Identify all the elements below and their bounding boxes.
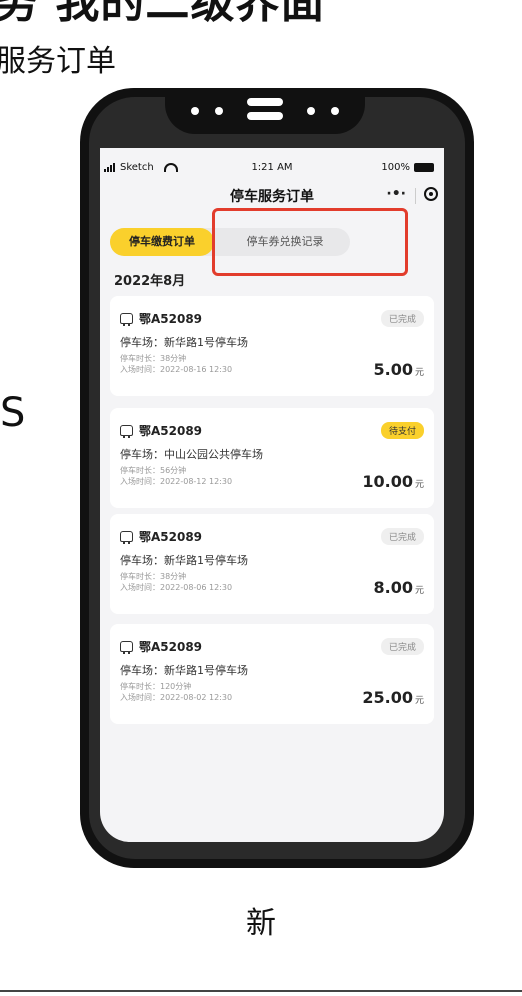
plate-number: 鄂A52089 bbox=[139, 312, 203, 326]
order-amount: 8.00 bbox=[373, 578, 413, 597]
entry-time: 入场时间：2022-08-12 12:30 bbox=[120, 477, 233, 486]
speaker-grill bbox=[247, 98, 283, 106]
parking-duration: 停车时长：120分钟 bbox=[120, 682, 192, 691]
entry-time: 入场时间：2022-08-06 12:30 bbox=[120, 583, 233, 592]
status-badge: 待支付 bbox=[380, 422, 424, 439]
status-badge: 已完成 bbox=[380, 528, 424, 545]
notch-dot bbox=[215, 107, 223, 115]
car-icon bbox=[120, 313, 133, 326]
more-icon[interactable]: ·•· bbox=[386, 186, 406, 202]
order-amount: 25.00 bbox=[362, 688, 413, 707]
speaker-grill bbox=[247, 112, 283, 120]
entry-time: 入场时间：2022-08-16 12:30 bbox=[120, 365, 233, 374]
plate-number: 鄂A52089 bbox=[139, 424, 203, 438]
order-card[interactable]: 鄂A52089 已完成 停车场：新华路1号停车场 停车时长：38分钟入场时间：2… bbox=[110, 514, 434, 614]
phone-screen: Sketch 1:21 AM 100% 停车服务订单 ·•· 停车缴费订单 停车… bbox=[100, 148, 444, 842]
battery-label: 100% bbox=[381, 162, 410, 173]
slide-side-letter: S bbox=[0, 390, 26, 436]
bottom-divider bbox=[0, 990, 522, 992]
currency-unit: 元 bbox=[414, 368, 424, 378]
plate-number: 鄂A52089 bbox=[139, 640, 203, 654]
order-card[interactable]: 鄂A52089 已完成 停车场：新华路1号停车场 停车时长：38分钟入场时间：2… bbox=[110, 296, 434, 396]
order-tabs: 停车缴费订单 停车券兑换记录 bbox=[110, 228, 350, 256]
car-icon bbox=[120, 425, 133, 438]
parking-lot: 停车场：中山公园公共停车场 bbox=[120, 448, 263, 461]
parking-lot: 停车场：新华路1号停车场 bbox=[120, 554, 248, 567]
nav-bar: 停车服务订单 ·•· bbox=[100, 186, 444, 212]
order-amount: 5.00 bbox=[373, 360, 413, 379]
parking-duration: 停车时长：38分钟 bbox=[120, 354, 187, 363]
slide-bottom-text: 新 bbox=[246, 906, 276, 941]
status-badge: 已完成 bbox=[380, 638, 424, 655]
parking-duration: 停车时长：38分钟 bbox=[120, 572, 187, 581]
battery-icon bbox=[414, 163, 434, 172]
order-card[interactable]: 鄂A52089 待支付 停车场：中山公园公共停车场 停车时长：56分钟入场时间：… bbox=[110, 408, 434, 508]
month-header: 2022年8月 bbox=[114, 274, 186, 289]
tab-parking-payment[interactable]: 停车缴费订单 bbox=[110, 228, 214, 256]
status-bar: Sketch 1:21 AM 100% bbox=[100, 162, 444, 178]
currency-unit: 元 bbox=[414, 480, 424, 490]
order-card[interactable]: 鄂A52089 已完成 停车场：新华路1号停车场 停车时长：120分钟入场时间：… bbox=[110, 624, 434, 724]
car-icon bbox=[120, 531, 133, 544]
slide-subtitle: 服务订单 bbox=[0, 44, 116, 79]
parking-duration: 停车时长：56分钟 bbox=[120, 466, 187, 475]
car-icon bbox=[120, 641, 133, 654]
notch-dot bbox=[191, 107, 199, 115]
phone-notch bbox=[165, 88, 365, 134]
plate-number: 鄂A52089 bbox=[139, 530, 203, 544]
currency-unit: 元 bbox=[414, 696, 424, 706]
notch-dot bbox=[307, 107, 315, 115]
target-icon[interactable] bbox=[424, 187, 438, 201]
notch-dot bbox=[331, 107, 339, 115]
entry-time: 入场时间：2022-08-02 12:30 bbox=[120, 693, 233, 702]
tab-coupon-exchange[interactable]: 停车券兑换记录 bbox=[220, 228, 350, 256]
status-badge: 已完成 bbox=[380, 310, 424, 327]
currency-unit: 元 bbox=[414, 586, 424, 596]
order-amount: 10.00 bbox=[362, 472, 413, 491]
parking-lot: 停车场：新华路1号停车场 bbox=[120, 664, 248, 677]
parking-lot: 停车场：新华路1号停车场 bbox=[120, 336, 248, 349]
nav-divider bbox=[415, 188, 416, 204]
slide-title: 务 我的二级界面 bbox=[0, 0, 326, 28]
